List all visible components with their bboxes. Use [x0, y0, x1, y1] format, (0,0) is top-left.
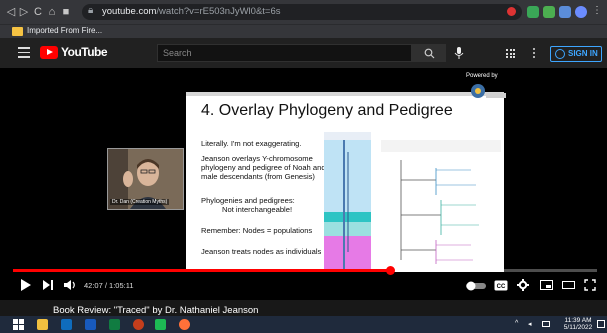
presentation-slide: 4. Overlay Phylogeny and Pedigree Litera… [186, 92, 504, 272]
presenter-webcam: Dr. Dan (Creation Myths) [107, 148, 184, 210]
youtube-header: YouTube Search SIGN IN [0, 38, 607, 68]
video-title: Book Review: "Traced" by Dr. Nathaniel J… [53, 305, 259, 316]
autoplay-toggle-icon[interactable] [466, 281, 486, 291]
slide-line-3: Phylogenies and pedigrees: [201, 196, 295, 205]
url-path: /watch?v=rE503nJyWl0&t=6s [156, 6, 281, 17]
extension-green-icon[interactable] [527, 6, 539, 18]
theater-mode-icon[interactable] [562, 281, 575, 289]
sign-in-label: SIGN IN [568, 49, 598, 58]
microphone-icon[interactable] [452, 46, 466, 60]
url-text[interactable]: youtube.com/watch?v=rE503nJyWl0&t=6s [102, 6, 281, 17]
powerpoint-icon[interactable] [133, 319, 144, 330]
windows-start-icon[interactable] [13, 319, 24, 330]
apps-grid-icon[interactable] [506, 49, 515, 58]
search-button[interactable] [412, 44, 446, 62]
play-icon[interactable] [20, 278, 32, 292]
player-controls: 42:07 / 1:05:11 CC [0, 272, 607, 300]
taskbar-clock[interactable]: 11:39 AM 5/11/2022 [560, 317, 596, 331]
excel-icon[interactable] [109, 319, 120, 330]
clock-date: 5/11/2022 [563, 324, 593, 331]
slide-line-5: Remember: Nodes = populations [201, 226, 313, 235]
youtube-logo-icon[interactable] [40, 46, 58, 59]
more-options-icon[interactable] [533, 48, 536, 59]
settings-gear-icon[interactable] [517, 279, 529, 291]
bookmark-folder-label[interactable]: Imported From Fire... [27, 26, 102, 35]
spotify-icon[interactable] [155, 319, 166, 330]
tray-chevron-icon[interactable]: ^ [515, 320, 518, 327]
bookmark-icon[interactable]: ■ [59, 5, 73, 19]
extension-blue-icon[interactable] [559, 6, 571, 18]
slide-line-6: Jeanson treats nodes as individuals [201, 247, 322, 256]
extension-sheets-icon[interactable] [543, 6, 555, 18]
time-display: 42:07 / 1:05:11 [84, 281, 134, 290]
bookmarks-bar: Imported From Fire... [0, 24, 607, 39]
y-chromosome-phylogeny-diagram [324, 132, 371, 272]
extension-profile-icon[interactable] [575, 6, 587, 18]
slide-header-bar [186, 92, 504, 96]
search-placeholder: Search [163, 48, 192, 58]
slide-line-4: Not interchangeable! [222, 205, 293, 214]
back-icon[interactable]: ◁ [4, 5, 18, 19]
video-player[interactable]: 4. Overlay Phylogeny and Pedigree Litera… [0, 68, 607, 300]
powered-by-label: Powered by [466, 73, 498, 79]
address-bar[interactable]: 🔒︎ youtube.com/watch?v=rE503nJyWl0&t=6s [82, 4, 522, 20]
word-icon[interactable] [85, 319, 96, 330]
clock-time: 11:39 AM [564, 317, 592, 324]
youtube-logo-text[interactable]: YouTube [61, 45, 108, 59]
outlook-icon[interactable] [61, 319, 72, 330]
firefox-icon[interactable] [179, 319, 190, 330]
reload-icon[interactable]: C [31, 5, 45, 19]
presenter-name-label: Dr. Dan (Creation Myths) [110, 199, 170, 205]
url-host: youtube.com [102, 6, 157, 17]
lock-icon: 🔒︎ [88, 5, 94, 16]
home-icon[interactable]: ⌂ [45, 5, 59, 19]
pedigree-tree-diagram [381, 140, 501, 264]
svg-text:CC: CC [497, 284, 506, 290]
slide-title: 4. Overlay Phylogeny and Pedigree [201, 102, 453, 119]
search-input[interactable]: Search [157, 44, 412, 62]
slide-line-2: Jeanson overlays Y-chromosome phylogeny … [201, 154, 326, 181]
miniplayer-icon[interactable] [540, 280, 553, 290]
network-icon[interactable] [542, 321, 550, 327]
search-icon [424, 48, 435, 59]
next-icon[interactable] [42, 278, 54, 292]
browser-toolbar: ◁ ▷ C ⌂ ■ 🔒︎ youtube.com/watch?v=rE503nJ… [0, 0, 607, 24]
folder-icon [12, 27, 23, 36]
windows-taskbar: ^ ◂ 11:39 AM 5/11/2022 [0, 316, 607, 333]
fullscreen-icon[interactable] [584, 279, 596, 291]
channel-watermark-logo [471, 84, 506, 98]
sign-in-button[interactable]: SIGN IN [550, 46, 602, 62]
speaker-icon[interactable]: ◂ [528, 320, 532, 328]
browser-menu-icon[interactable]: ⋮ [592, 5, 602, 19]
forward-icon[interactable]: ▷ [17, 5, 31, 19]
extension-badge-icon[interactable] [507, 7, 516, 16]
hamburger-menu-icon[interactable] [18, 47, 30, 58]
volume-icon[interactable] [63, 278, 77, 292]
slide-line-1: Literally. I'm not exaggerating. [201, 139, 302, 148]
captions-icon[interactable]: CC [494, 280, 508, 291]
account-icon [555, 49, 565, 59]
notifications-icon[interactable] [597, 320, 605, 328]
file-explorer-icon[interactable] [37, 319, 48, 330]
